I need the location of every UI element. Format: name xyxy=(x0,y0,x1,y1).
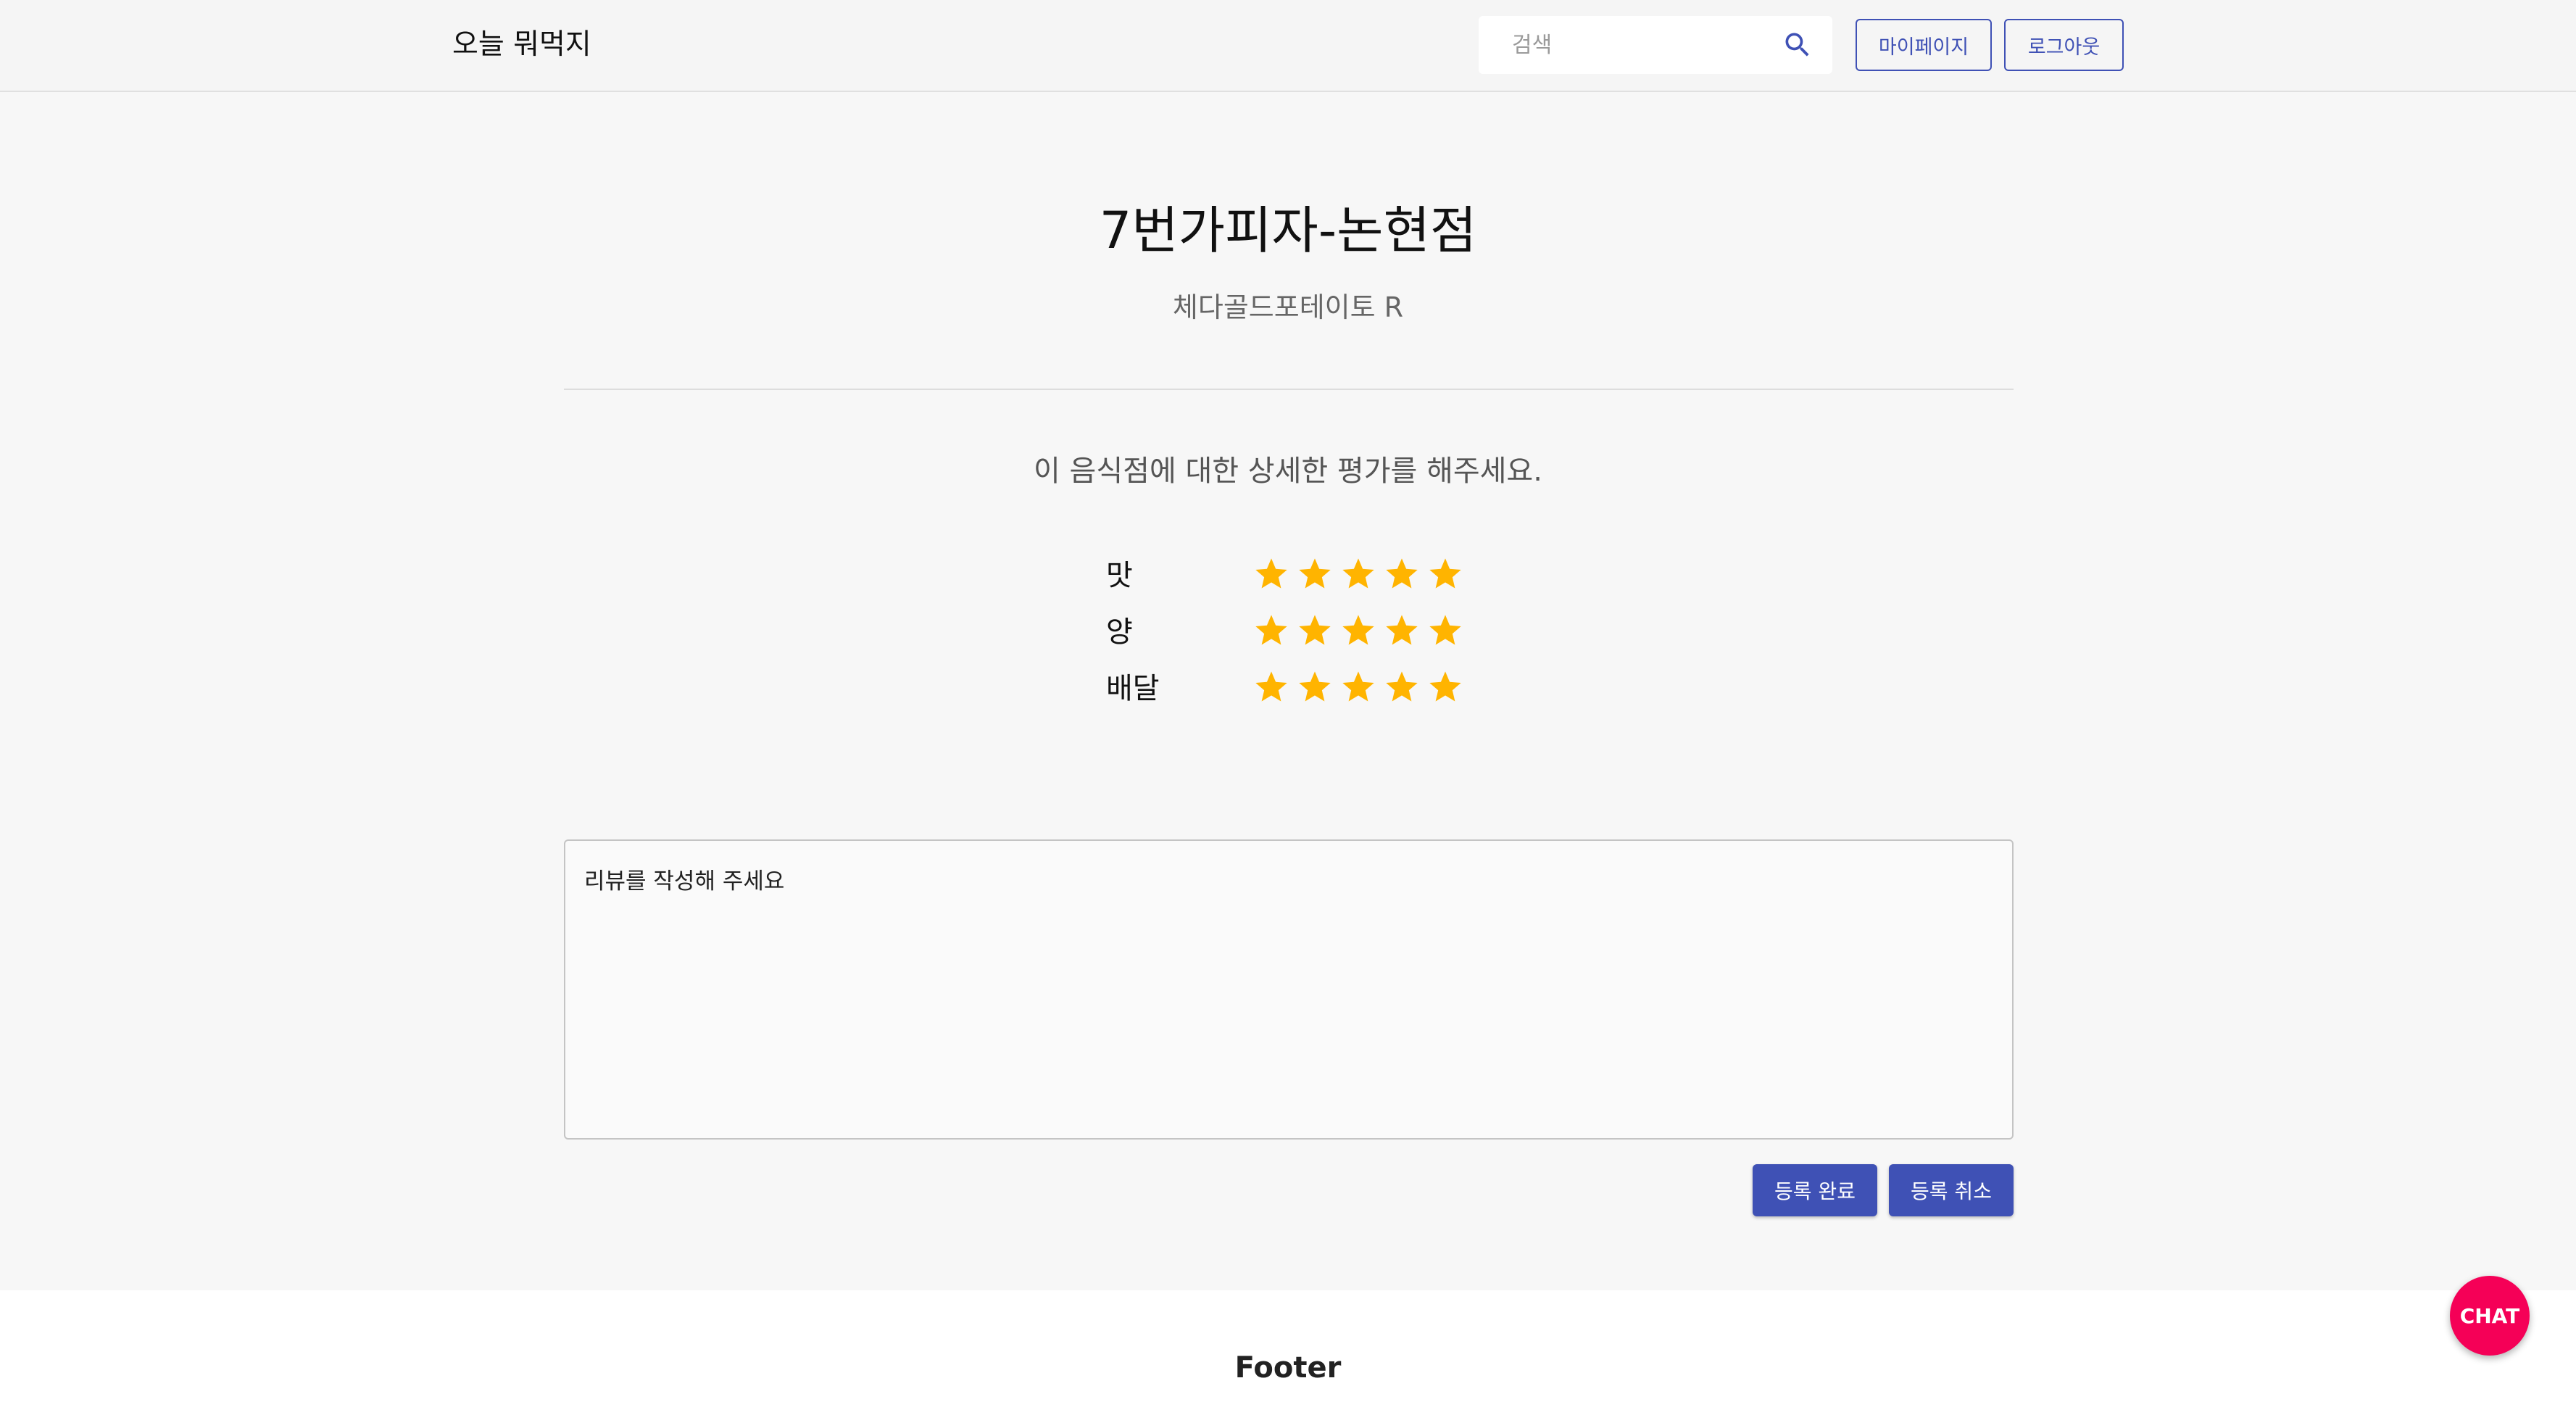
star-icon[interactable] xyxy=(1296,668,1334,706)
logout-button[interactable]: 로그아웃 xyxy=(2004,19,2124,71)
star-icon[interactable] xyxy=(1383,612,1421,650)
star-icon[interactable] xyxy=(1296,612,1334,650)
rating-label-delivery: 배달 xyxy=(1106,672,1160,705)
rating-prompt: 이 음식점에 대한 상세한 평가를 해주세요. xyxy=(1034,455,1542,488)
footer: Footer xyxy=(0,1290,2576,1415)
search-input[interactable] xyxy=(1511,16,1779,74)
star-icon[interactable] xyxy=(1296,555,1334,593)
mypage-button[interactable]: 마이페이지 xyxy=(1856,19,1992,71)
rating-label-quantity: 양 xyxy=(1106,615,1133,649)
footer-title: Footer xyxy=(1234,1351,1342,1385)
menu-name: 체다골드포테이토 R xyxy=(1172,291,1404,323)
cancel-review-button[interactable]: 등록 취소 xyxy=(1889,1164,2014,1216)
app-header: 오늘 뭐먹지 마이페이지 로그아웃 xyxy=(0,0,2576,92)
submit-review-button[interactable]: 등록 완료 xyxy=(1753,1164,1877,1216)
star-rating-delivery[interactable] xyxy=(1252,668,1464,706)
star-icon[interactable] xyxy=(1252,668,1290,706)
star-icon[interactable] xyxy=(1252,555,1290,593)
review-textarea[interactable] xyxy=(564,839,2014,1140)
star-icon[interactable] xyxy=(1339,612,1377,650)
star-icon[interactable] xyxy=(1252,612,1290,650)
star-icon[interactable] xyxy=(1383,555,1421,593)
star-icon[interactable] xyxy=(1426,612,1464,650)
star-rating-taste[interactable] xyxy=(1252,555,1464,593)
star-rating-quantity[interactable] xyxy=(1252,612,1464,650)
star-icon[interactable] xyxy=(1426,555,1464,593)
search-box xyxy=(1479,16,1832,74)
star-icon[interactable] xyxy=(1426,668,1464,706)
star-icon[interactable] xyxy=(1383,668,1421,706)
star-icon[interactable] xyxy=(1339,555,1377,593)
brand-logo[interactable]: 오늘 뭐먹지 xyxy=(452,25,591,65)
restaurant-name: 7번가피자-논현점 xyxy=(1099,201,1477,260)
divider xyxy=(564,389,2014,390)
rating-label-taste: 맛 xyxy=(1106,559,1133,592)
star-icon[interactable] xyxy=(1339,668,1377,706)
search-icon[interactable] xyxy=(1782,29,1813,61)
chat-button[interactable]: CHAT xyxy=(2450,1276,2530,1356)
